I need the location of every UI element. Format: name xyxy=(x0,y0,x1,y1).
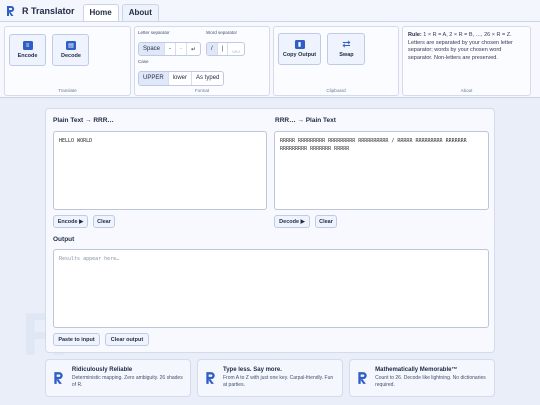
decode-button[interactable]: Decode ▶ xyxy=(274,215,310,228)
feature-card-type-less: Type less. Say more. From A to Z with ju… xyxy=(197,359,343,397)
encode-ribbon-label: Encode xyxy=(17,53,38,59)
encode-ribbon-button[interactable]: ≡ Encode xyxy=(9,34,46,66)
case-lower[interactable]: lower xyxy=(169,71,193,85)
clear-rrr-button[interactable]: Clear xyxy=(315,215,337,228)
copy-output-label: Copy Output xyxy=(282,52,317,58)
case-as-typed[interactable]: As typed xyxy=(192,72,223,85)
letter-sep-dot[interactable]: · xyxy=(176,43,188,55)
letter-sep-space[interactable]: Space xyxy=(139,43,166,55)
word-separator-label: Word separator xyxy=(206,30,237,35)
tab-home[interactable]: Home xyxy=(82,4,119,21)
plain-text-input[interactable]: HELLO WORLD xyxy=(53,131,267,210)
word-sep-slash[interactable]: / xyxy=(207,43,218,55)
feature-description: Count to 26. Decode like lightning. No d… xyxy=(375,375,486,388)
feature-title: Mathematically Memorable™ xyxy=(375,367,458,373)
output-area[interactable]: Results appear here… xyxy=(53,249,489,328)
letter-sep-newline[interactable]: ↵ xyxy=(187,43,200,55)
title-bar: R Translator Home About xyxy=(0,0,540,22)
word-sep-double-space[interactable]: ␣␣ xyxy=(228,43,244,55)
rrr-text-title: RRR… → Plain Text xyxy=(275,117,336,124)
word-sep-pipe[interactable]: | xyxy=(218,43,229,55)
feature-description: From A to Z with just one key. Carpal-fr… xyxy=(223,375,334,388)
r-logo-icon xyxy=(205,371,217,391)
feature-title: Type less. Say more. xyxy=(223,367,282,373)
case-upper[interactable]: UPPER xyxy=(139,71,169,85)
group-translate: ≡ Encode ▤ Decode Translate xyxy=(4,26,131,96)
letter-sep-dash[interactable]: - xyxy=(165,43,177,55)
bookmark-icon: ▮ xyxy=(294,40,305,49)
group-label-clipboard: Clipboard xyxy=(326,88,346,93)
group-clipboard: ▮ Copy Output ⇄ Swap Clipboard xyxy=(273,26,399,96)
case-label: Case xyxy=(138,59,149,64)
r-logo-icon xyxy=(53,371,66,391)
clear-plain-button[interactable]: Clear xyxy=(93,215,115,228)
swap-button[interactable]: ⇄ Swap xyxy=(327,33,366,65)
encode-button[interactable]: Encode ▶ xyxy=(53,215,88,228)
document-icon: ≡ xyxy=(22,41,33,50)
group-about: Rule: 1 × R = A, 2 × R = B, …, 26 × R = … xyxy=(402,26,531,96)
decode-ribbon-label: Decode xyxy=(61,53,81,59)
rule-text: 1 × R = A, 2 × R = B, …, 26 × R = Z. Let… xyxy=(408,32,513,61)
plain-text-title: Plain Text → RRR… xyxy=(53,117,114,124)
feature-card-memorable: Mathematically Memorable™ Count to 26. D… xyxy=(349,359,495,397)
feature-description: Deterministic mapping. Zero ambiguity. 2… xyxy=(71,375,183,388)
tab-about[interactable]: About xyxy=(121,4,159,21)
main-panel: Plain Text → RRR… HELLO WORLD Encode ▶ C… xyxy=(45,108,495,353)
group-label-translate: Translate xyxy=(58,88,77,93)
chat-icon: ▤ xyxy=(65,41,76,50)
clear-output-button[interactable]: Clear output xyxy=(105,333,149,346)
rule-title: Rule: xyxy=(408,32,422,38)
group-label-about: About xyxy=(460,88,473,93)
rrr-text-input[interactable]: RRRRR RRRRRRRRR RRRRRRRRR RRRRRRRRRR / R… xyxy=(274,131,489,210)
decode-ribbon-button[interactable]: ▤ Decode xyxy=(52,34,90,66)
group-format: Letter separator Space - · ↵ Word separa… xyxy=(134,26,270,96)
swap-arrows-icon: ⇄ xyxy=(342,39,351,50)
swap-label: Swap xyxy=(339,52,354,58)
ribbon: ≡ Encode ▤ Decode Translate Letter separ… xyxy=(0,22,540,98)
output-title: Output xyxy=(53,236,75,243)
r-logo-icon xyxy=(357,371,369,391)
app-title: R Translator xyxy=(22,5,75,16)
letter-separator-label: Letter separator xyxy=(138,30,170,35)
r-logo-icon xyxy=(6,4,18,18)
rule-description: Rule: 1 × R = A, 2 × R = B, …, 26 × R = … xyxy=(408,32,525,62)
case-toggle: UPPER lower As typed xyxy=(138,70,225,86)
feature-card-reliable: Ridiculously Reliable Deterministic mapp… xyxy=(45,359,191,397)
word-separator-toggle: / | ␣␣ xyxy=(206,42,245,56)
letter-separator-toggle: Space - · ↵ xyxy=(138,42,202,56)
paste-to-input-button[interactable]: Paste to input xyxy=(53,333,100,346)
feature-title: Ridiculously Reliable xyxy=(71,367,133,373)
copy-output-button[interactable]: ▮ Copy Output xyxy=(278,33,321,65)
group-label-format: Format xyxy=(194,88,210,93)
